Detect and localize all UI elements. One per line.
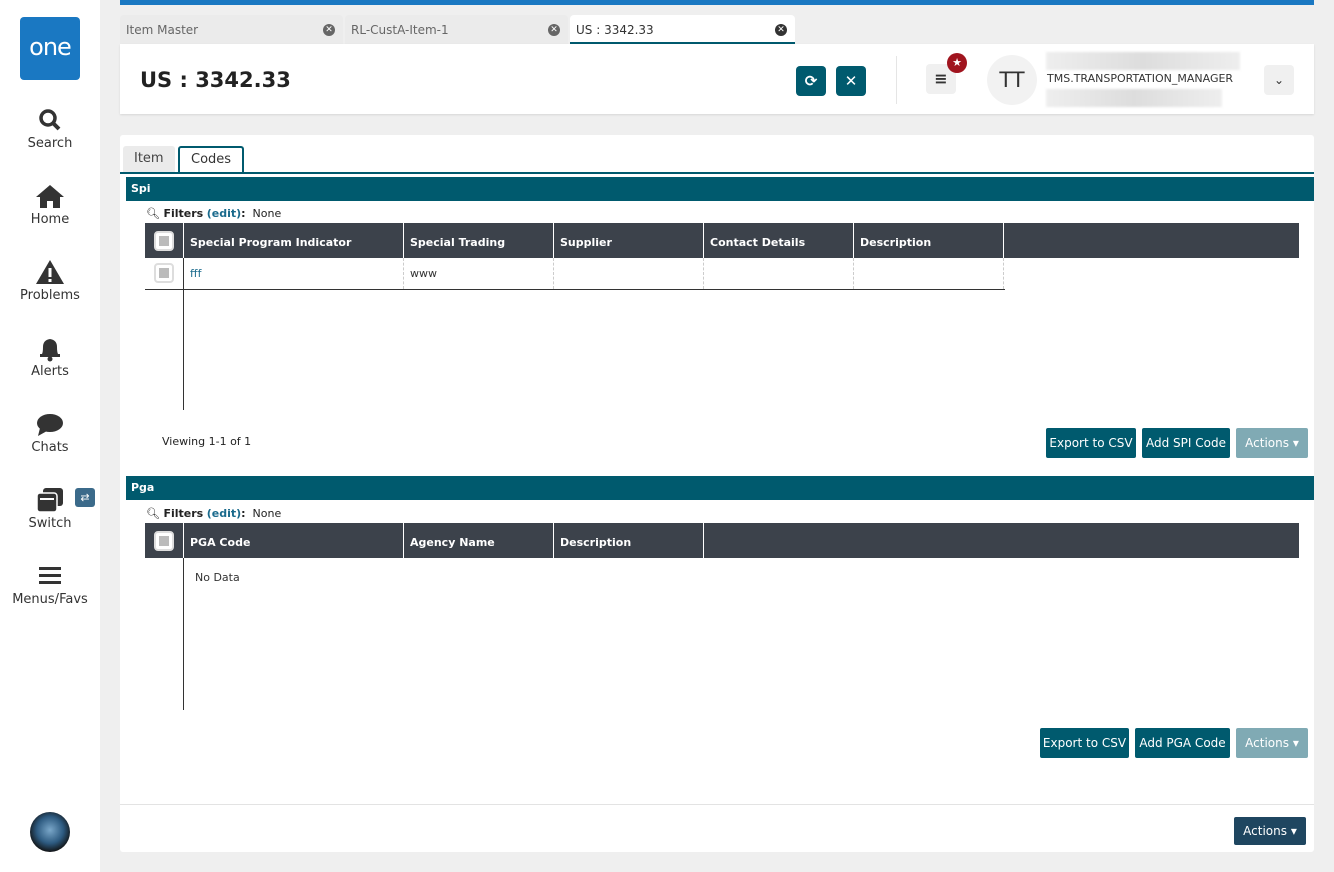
sidebar-item-chats[interactable]: Chats [0,410,100,455]
user-menu-dropdown[interactable]: ⌄ [1264,65,1294,95]
column-header[interactable]: Special Program Indicator [184,223,404,258]
logo[interactable]: one [20,17,80,80]
tab-underline [120,172,1314,174]
sidebar-item-search[interactable]: Search [0,106,100,151]
spi-actions-button[interactable]: Actions ▾ [1236,428,1308,458]
table-row[interactable]: fff www [145,258,1005,290]
footer-actions-button[interactable]: Actions ▾ [1234,817,1306,845]
filters-edit-link[interactable]: (edit) [207,507,241,520]
chevron-down-icon: ⌄ [1273,73,1285,87]
divider [183,258,184,410]
add-pga-code-button[interactable]: Add PGA Code [1135,728,1230,758]
top-accent-bar [120,0,1314,5]
spi-section-header: Spi [126,177,1314,201]
divider [896,56,897,104]
filters-label: Filters [163,507,204,520]
tab-label: Item Master [126,23,199,37]
column-header[interactable]: Agency Name [404,523,554,558]
sidebar-item-label: Alerts [31,364,69,379]
column-header[interactable]: Supplier [554,223,704,258]
pga-filters: 🔍︎ Filters (edit): None [146,507,282,520]
filters-label: Filters [163,207,204,220]
column-header[interactable]: PGA Code [184,523,404,558]
export-csv-button[interactable]: Export to CSV [1040,728,1129,758]
button-label: Actions [1245,436,1289,450]
column-header[interactable]: Contact Details [704,223,854,258]
home-icon [36,185,64,208]
tab-item-master[interactable]: Item Master ✕ [120,15,343,44]
warning-icon [36,260,64,284]
main-panel: Item Codes Spi 🔍︎ Filters (edit): None S… [120,135,1314,852]
chat-icon [37,414,63,436]
pga-table-header: PGA Code Agency Name Description [145,523,1299,558]
menu-icon [39,567,61,584]
sidebar-item-label: Menus/Favs [12,592,88,607]
close-icon[interactable]: ✕ [323,24,335,36]
column-header[interactable]: Description [854,223,1004,258]
sidebar-item-problems[interactable]: Problems [0,258,100,303]
sidebar-item-menus[interactable]: Menus/Favs [0,562,100,607]
tab-item[interactable]: Item [123,146,175,172]
cell-supplier [554,258,704,289]
export-csv-button[interactable]: Export to CSV [1046,428,1136,458]
tab-label: RL-CustA-Item-1 [351,23,449,37]
user-avatar[interactable]: TT [987,55,1037,105]
sidebar-item-label: Switch [28,516,72,531]
add-spi-code-button[interactable]: Add SPI Code [1142,428,1230,458]
cell-description [854,258,1004,289]
redacted-user-name [1046,52,1240,70]
star-badge-icon: ★ [947,53,967,73]
close-icon: ✕ [844,72,858,90]
close-icon[interactable]: ✕ [775,24,787,36]
spi-pagination: Viewing 1-1 of 1 [162,435,252,448]
tab-codes[interactable]: Codes [178,146,245,174]
button-label: Actions [1243,824,1287,838]
select-all-checkbox[interactable] [154,531,174,551]
no-data-text: No Data [195,571,240,584]
select-all-checkbox[interactable] [154,231,174,251]
page-header: US : 3342.33 ⟳ ✕ ≡ ★ TT TMS.TRANSPORTATI… [120,44,1314,114]
button-label: Actions [1245,736,1289,750]
sidebar-item-label: Chats [31,440,69,455]
pga-actions-button[interactable]: Actions ▾ [1236,728,1308,758]
sidebar-item-label: Search [27,136,73,151]
sidebar: one Search Home Problems Alerts Chats Sw… [0,0,100,872]
page-title: US : 3342.33 [140,68,291,92]
sidebar-item-label: Problems [20,288,80,303]
refresh-icon: ⟳ [804,72,818,90]
divider [183,558,184,710]
spi-filters: 🔍︎ Filters (edit): None [146,207,282,220]
cell-spi[interactable]: fff [184,258,404,289]
redacted-user-info [1046,89,1222,107]
column-header[interactable]: Special Trading Program [404,223,554,289]
cell-contact [704,258,854,289]
user-avatar[interactable] [30,812,70,852]
bell-icon [40,339,60,362]
filters-value: None [252,507,282,520]
sidebar-item-label: Home [30,212,70,227]
divider [120,804,1314,805]
row-checkbox[interactable] [154,263,174,283]
filters-edit-link[interactable]: (edit) [207,207,241,220]
refresh-button[interactable]: ⟳ [796,66,826,96]
tab-label: US : 3342.33 [576,23,654,37]
column-header[interactable]: Description [554,523,704,558]
filters-value: None [252,207,282,220]
sidebar-item-home[interactable]: Home [0,182,100,227]
tab-rl-custa-item-1[interactable]: RL-CustA-Item-1 ✕ [345,15,568,44]
close-icon[interactable]: ✕ [548,24,560,36]
spi-table-header: Special Program Indicator Special Tradin… [145,223,1299,289]
tab-us-3342[interactable]: US : 3342.33 ✕ [570,15,795,44]
pga-section-header: Pga [126,476,1314,500]
user-role: TMS.TRANSPORTATION_MANAGER [1047,72,1234,85]
switch-badge-icon[interactable]: ⇄ [75,488,95,507]
cell-stp: www [404,258,554,289]
sidebar-item-alerts[interactable]: Alerts [0,334,100,379]
close-button[interactable]: ✕ [836,66,866,96]
search-icon [39,109,61,131]
menu-icon: ≡ [934,69,948,88]
